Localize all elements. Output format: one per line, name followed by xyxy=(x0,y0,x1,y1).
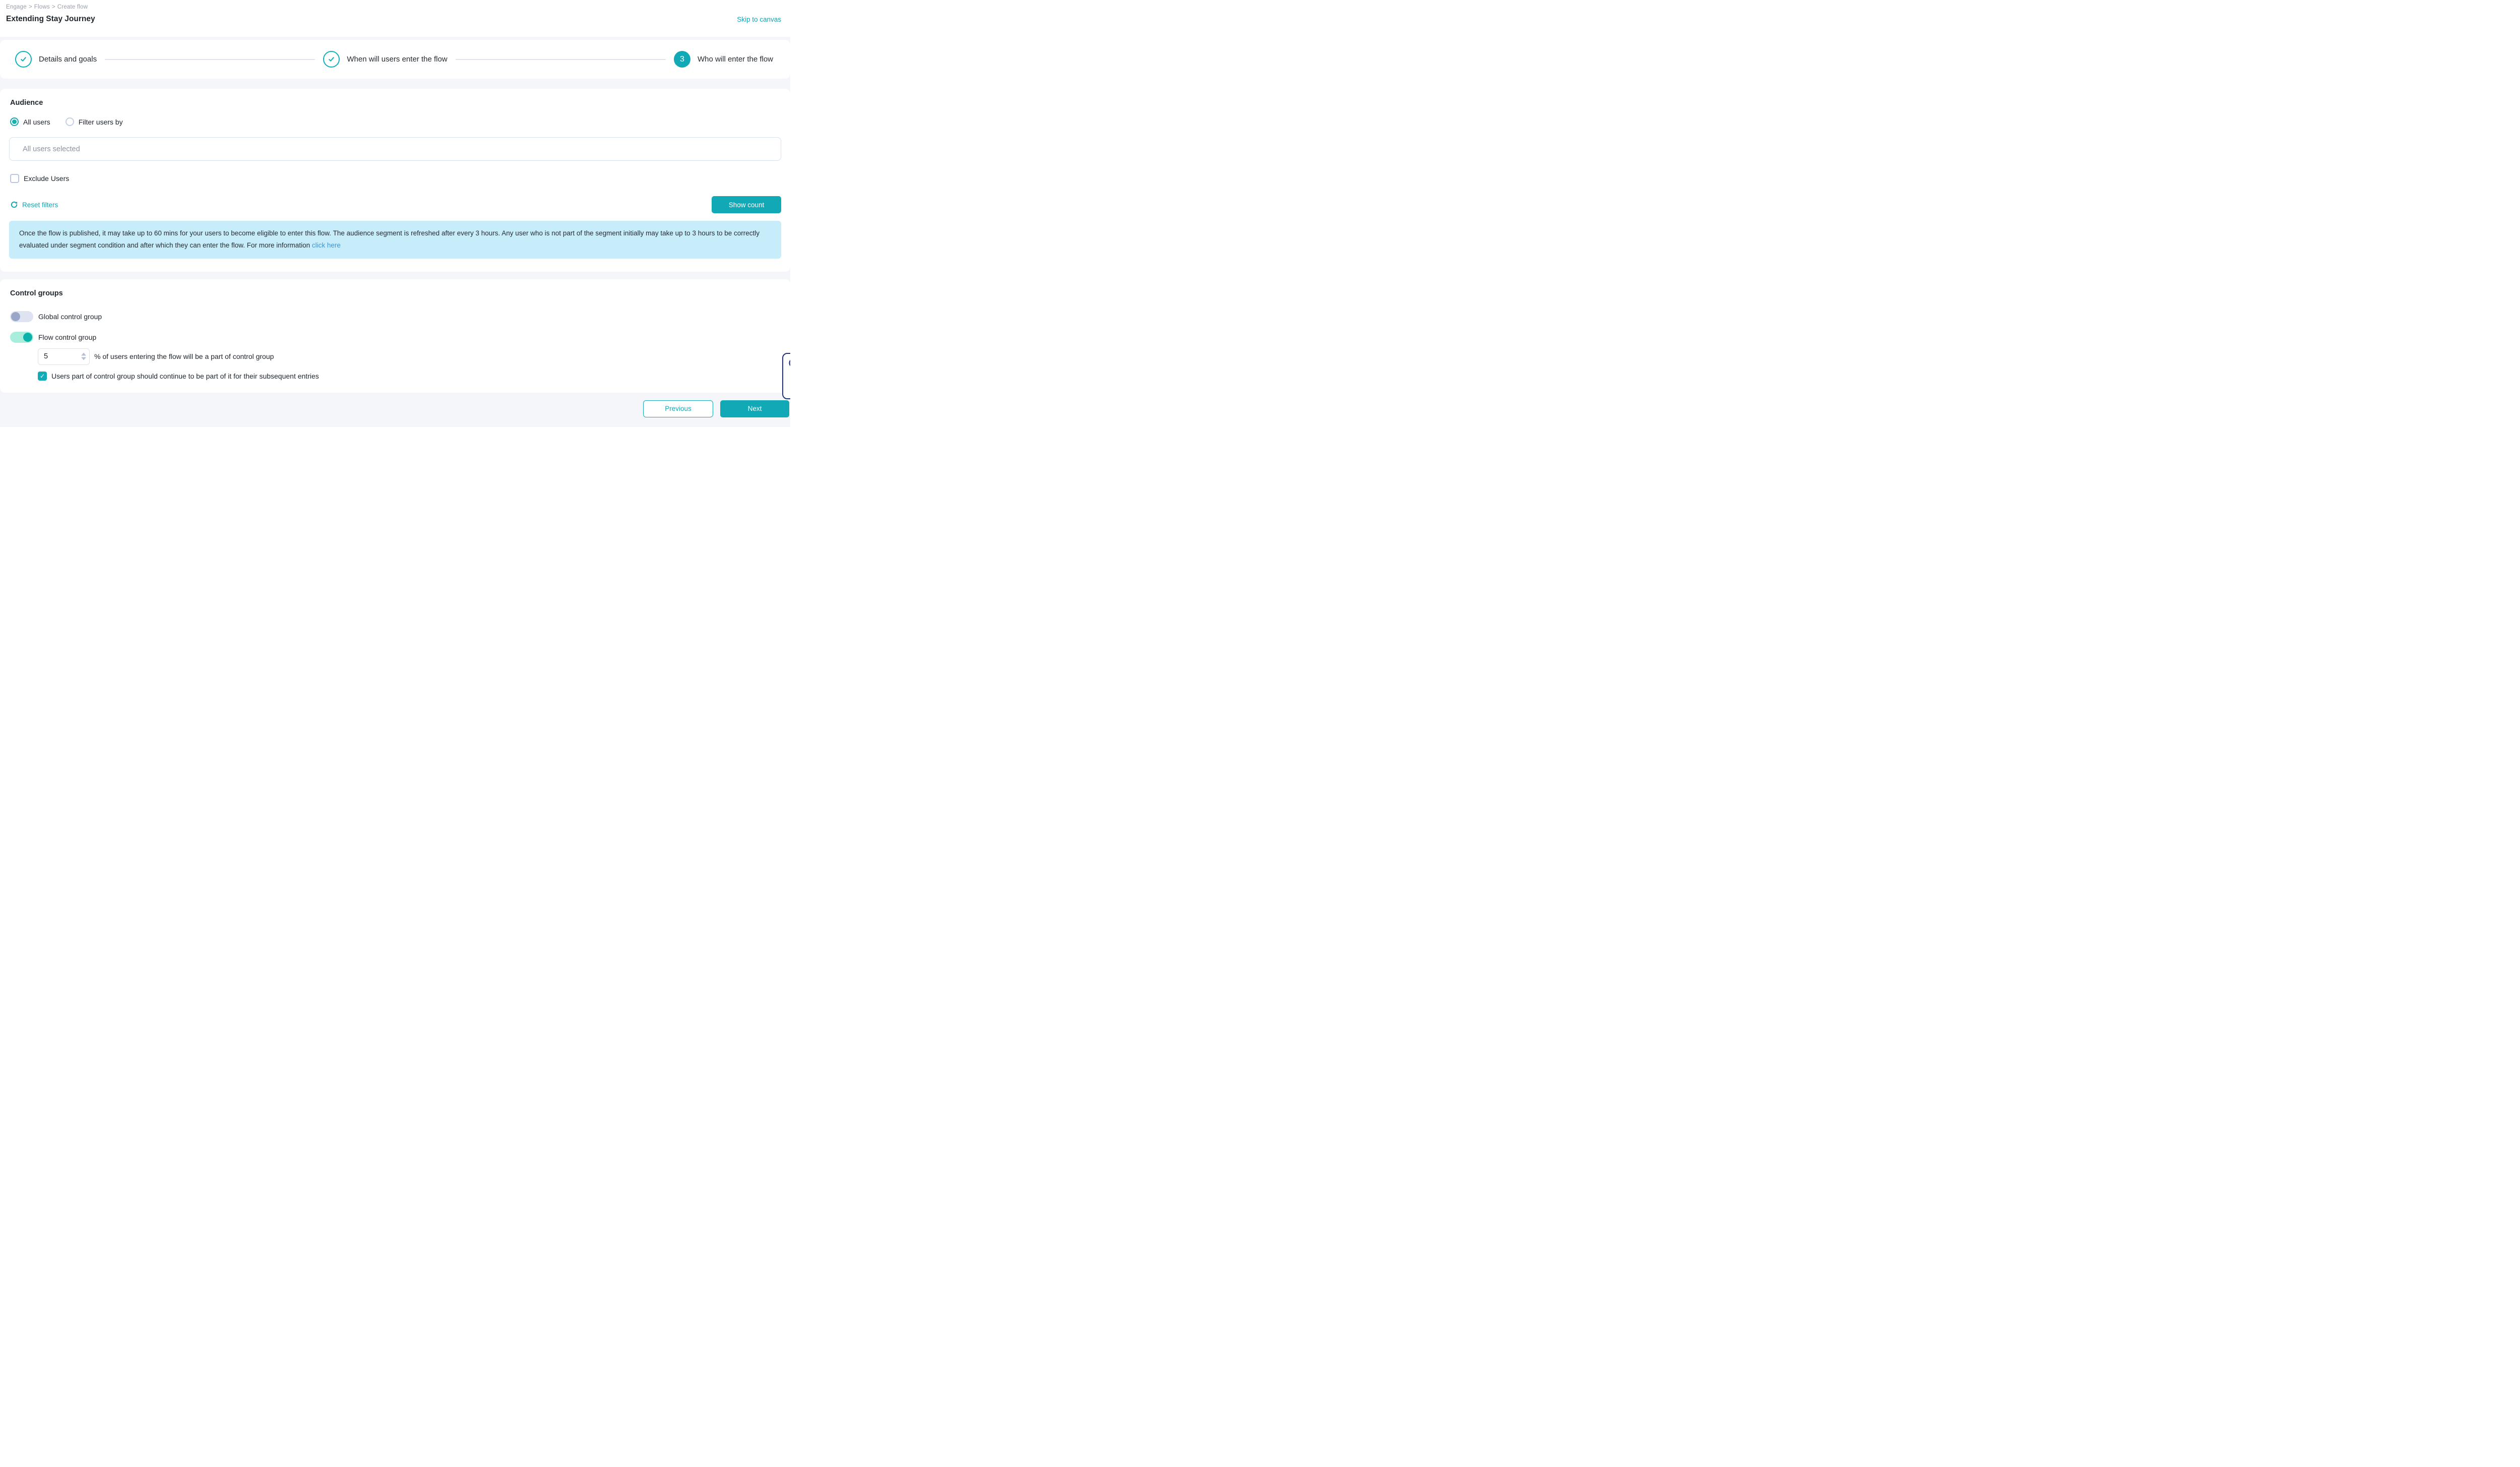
show-count-button[interactable]: Show count xyxy=(712,196,781,213)
audience-segment-input[interactable] xyxy=(9,137,781,161)
breadcrumb-engage[interactable]: Engage xyxy=(6,4,27,10)
step-details-and-goals[interactable]: Details and goals xyxy=(15,51,97,68)
subsequent-entries-checkbox[interactable] xyxy=(38,372,47,381)
step-label: Details and goals xyxy=(39,55,97,64)
reset-showcount-row: Reset filters Show count xyxy=(10,196,781,213)
next-button[interactable]: Next xyxy=(720,400,789,417)
click-here-link[interactable]: click here xyxy=(312,241,341,249)
exclude-users-row[interactable]: Exclude Users xyxy=(10,174,781,183)
breadcrumb: Engage>Flows>Create flow xyxy=(6,4,781,10)
reset-filters-link[interactable]: Reset filters xyxy=(10,201,58,209)
percent-suffix-text: % of users entering the flow will be a p… xyxy=(94,352,274,360)
audience-heading: Audience xyxy=(10,99,781,107)
support-icon xyxy=(788,357,790,369)
check-icon xyxy=(327,55,336,64)
page-header: Engage>Flows>Create flow Extending Stay … xyxy=(0,0,790,37)
flow-control-group-row: Flow control group xyxy=(10,332,781,343)
page-title: Extending Stay Journey xyxy=(6,15,95,24)
flow-control-group-toggle[interactable] xyxy=(10,332,33,343)
toggle-knob xyxy=(11,312,20,321)
toggle-knob xyxy=(23,333,32,342)
radio-label: All users xyxy=(23,118,50,126)
global-control-group-toggle[interactable] xyxy=(10,311,33,322)
toggle-label: Global control group xyxy=(38,313,102,321)
wizard-stepper: Details and goals When will users enter … xyxy=(0,40,790,79)
toggle-label: Flow control group xyxy=(38,333,96,341)
stepper-connector xyxy=(456,59,666,60)
radio-all-users[interactable]: All users xyxy=(10,117,50,126)
check-icon xyxy=(19,55,28,64)
breadcrumb-flows[interactable]: Flows xyxy=(34,4,50,10)
help-label: Help xyxy=(790,371,791,386)
control-groups-section: Control groups Global control group Flow… xyxy=(0,279,790,393)
breadcrumb-create-flow[interactable]: Create flow xyxy=(57,4,88,10)
exclude-users-checkbox[interactable] xyxy=(10,174,19,183)
title-row: Extending Stay Journey Skip to canvas xyxy=(6,15,781,24)
step-label: Who will enter the flow xyxy=(698,55,773,64)
control-group-percent-row: % of users entering the flow will be a p… xyxy=(38,348,781,365)
step-complete-icon xyxy=(323,51,340,68)
create-flow-page: Engage>Flows>Create flow Extending Stay … xyxy=(0,0,790,427)
radio-unselected-icon[interactable] xyxy=(66,117,74,126)
skip-to-canvas-link[interactable]: Skip to canvas xyxy=(737,16,781,23)
step-label: When will users enter the flow xyxy=(347,55,447,64)
number-spinner xyxy=(81,353,86,360)
audience-radio-group: All users Filter users by xyxy=(10,117,781,126)
radio-label: Filter users by xyxy=(79,118,123,126)
previous-button[interactable]: Previous xyxy=(643,400,713,417)
breadcrumb-separator: > xyxy=(29,4,32,10)
stepper-connector xyxy=(105,59,315,60)
wizard-footer: Previous Next xyxy=(0,393,790,425)
step-number-badge: 3 xyxy=(674,51,690,68)
exclude-users-label: Exclude Users xyxy=(24,174,69,182)
step-complete-icon xyxy=(15,51,32,68)
step-when-users-enter[interactable]: When will users enter the flow xyxy=(323,51,447,68)
subsequent-entries-row[interactable]: Users part of control group should conti… xyxy=(38,372,781,381)
step-who-will-enter[interactable]: 3 Who will enter the flow xyxy=(674,51,773,68)
refresh-icon xyxy=(10,201,18,209)
radio-selected-icon[interactable] xyxy=(10,117,19,126)
spinner-up-icon[interactable] xyxy=(81,353,86,356)
breadcrumb-separator: > xyxy=(52,4,55,10)
audience-info-banner: Once the flow is published, it may take … xyxy=(9,221,781,259)
subsequent-entries-label: Users part of control group should conti… xyxy=(51,372,319,380)
help-widget[interactable]: Help xyxy=(782,353,790,399)
reset-filters-label: Reset filters xyxy=(22,201,58,209)
radio-filter-users-by[interactable]: Filter users by xyxy=(66,117,123,126)
percent-input-wrap xyxy=(38,348,90,365)
audience-section: Audience All users Filter users by Exclu… xyxy=(0,89,790,272)
spinner-down-icon[interactable] xyxy=(81,357,86,360)
global-control-group-row: Global control group xyxy=(10,311,781,322)
info-text: Once the flow is published, it may take … xyxy=(19,229,760,249)
control-groups-heading: Control groups xyxy=(10,289,781,297)
